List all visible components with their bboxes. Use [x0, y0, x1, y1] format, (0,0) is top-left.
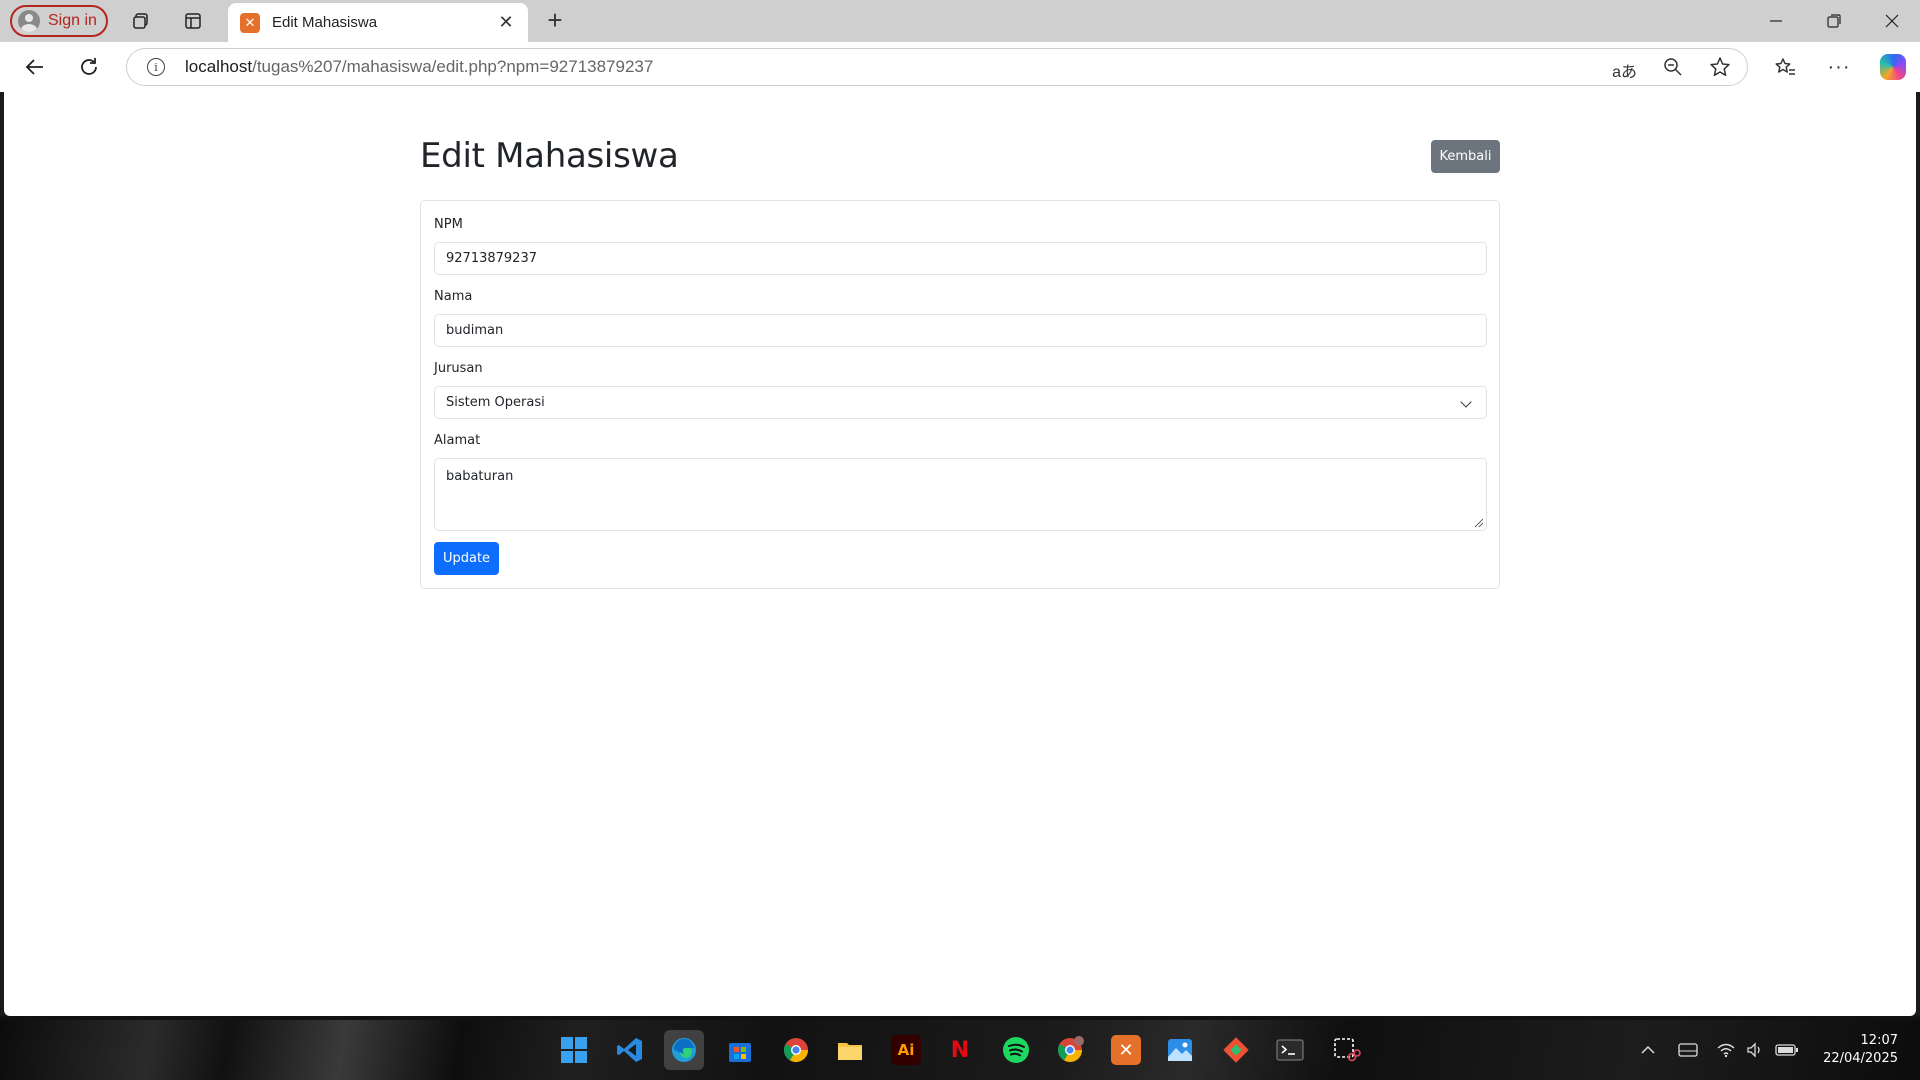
- volume-icon[interactable]: [1744, 1038, 1766, 1062]
- reload-icon[interactable]: [74, 52, 104, 82]
- page-viewport: Edit Mahasiswa Kembali NPM 92713879237 N…: [4, 92, 1916, 1016]
- sign-in-button[interactable]: Sign in: [10, 5, 108, 37]
- browser-toolbar: i localhost/tugas%207/mahasiswa/edit.php…: [0, 42, 1920, 92]
- photos-icon[interactable]: [1160, 1030, 1200, 1070]
- nama-label: Nama: [434, 289, 473, 304]
- site-info-icon[interactable]: i: [147, 58, 165, 76]
- favorites-icon[interactable]: [1770, 52, 1800, 82]
- windows-taskbar: Ai N ✕ 12:07 22/04/2025: [0, 1020, 1920, 1080]
- zoom-out-icon[interactable]: [1663, 57, 1683, 82]
- system-clock[interactable]: 12:07 22/04/2025: [1823, 1032, 1898, 1068]
- workspaces-icon[interactable]: [126, 6, 156, 36]
- browser-titlebar: Sign in ✕ Edit Mahasiswa ✕ +: [0, 0, 1920, 42]
- url-text[interactable]: localhost/tugas%207/mahasiswa/edit.php?n…: [185, 57, 653, 77]
- show-hidden-icons-chevron-icon[interactable]: [1638, 1038, 1658, 1062]
- xampp-icon[interactable]: ✕: [1106, 1030, 1146, 1070]
- new-tab-button[interactable]: +: [540, 6, 570, 36]
- page-header: Edit Mahasiswa Kembali: [420, 136, 1500, 176]
- npm-input[interactable]: 92713879237: [434, 242, 1487, 275]
- npm-label: NPM: [434, 217, 463, 232]
- close-window-icon[interactable]: [1864, 0, 1920, 42]
- clock-time: 12:07: [1860, 1033, 1898, 1048]
- resize-handle-icon[interactable]: [1475, 519, 1483, 527]
- update-button[interactable]: Update: [434, 542, 499, 575]
- url-path: /tugas%207/mahasiswa/edit.php?npm=927138…: [252, 57, 654, 76]
- kembali-button[interactable]: Kembali: [1431, 140, 1500, 173]
- alamat-label: Alamat: [434, 433, 481, 448]
- nama-field-group: Nama budiman: [434, 289, 1487, 347]
- alamat-field-group: Alamat babaturan: [434, 433, 1487, 531]
- illustrator-icon[interactable]: Ai: [886, 1030, 926, 1070]
- chrome-icon[interactable]: [776, 1030, 816, 1070]
- chevron-down-icon: [1460, 396, 1472, 408]
- chrome-profile-icon[interactable]: [1050, 1030, 1090, 1070]
- jurusan-field-group: Jurusan Sistem Operasi: [434, 361, 1487, 419]
- page-title: Edit Mahasiswa: [420, 136, 679, 176]
- back-arrow-icon[interactable]: [20, 52, 50, 82]
- jurusan-selected-value: Sistem Operasi: [446, 395, 545, 410]
- tab-edit-mahasiswa[interactable]: ✕ Edit Mahasiswa ✕: [228, 3, 528, 42]
- read-aloud-translate-icon[interactable]: aあ: [1612, 58, 1637, 82]
- alamat-value: babaturan: [446, 469, 514, 484]
- microsoft-store-icon[interactable]: [720, 1030, 760, 1070]
- clock-date: 22/04/2025: [1823, 1051, 1898, 1066]
- vertical-tabs-icon[interactable]: [178, 6, 208, 36]
- npm-field-group: NPM 92713879237: [434, 217, 1487, 275]
- close-tab-icon[interactable]: ✕: [496, 12, 516, 33]
- xampp-favicon-icon: ✕: [240, 12, 260, 33]
- vscode-icon[interactable]: [610, 1030, 650, 1070]
- snipping-tool-icon[interactable]: [1326, 1030, 1366, 1070]
- touch-keyboard-icon[interactable]: [1676, 1038, 1700, 1062]
- minimize-icon[interactable]: [1748, 0, 1804, 42]
- more-options-icon[interactable]: ···: [1824, 52, 1854, 82]
- url-host: localhost: [185, 57, 253, 76]
- jurusan-select[interactable]: Sistem Operasi: [434, 386, 1487, 419]
- edit-form-card: NPM 92713879237 Nama budiman Jurusan Sis…: [420, 200, 1500, 589]
- favorite-star-icon[interactable]: [1709, 56, 1731, 83]
- sign-in-label: Sign in: [48, 12, 97, 29]
- profile-avatar-icon: [18, 10, 40, 32]
- copilot-icon[interactable]: [1878, 52, 1908, 82]
- netflix-icon[interactable]: N: [940, 1030, 980, 1070]
- terminal-icon[interactable]: [1270, 1030, 1310, 1070]
- jurusan-label: Jurusan: [434, 361, 483, 376]
- edge-icon[interactable]: [664, 1030, 704, 1070]
- wifi-icon[interactable]: [1714, 1038, 1738, 1062]
- alamat-textarea[interactable]: babaturan: [434, 458, 1487, 531]
- git-icon[interactable]: [1216, 1030, 1256, 1070]
- battery-icon[interactable]: [1774, 1038, 1800, 1062]
- restore-icon[interactable]: [1806, 0, 1862, 42]
- file-explorer-icon[interactable]: [830, 1030, 870, 1070]
- windows-start-icon[interactable]: [554, 1030, 594, 1070]
- address-bar[interactable]: i localhost/tugas%207/mahasiswa/edit.php…: [126, 48, 1748, 86]
- tab-title: Edit Mahasiswa: [272, 14, 378, 31]
- nama-input[interactable]: budiman: [434, 314, 1487, 347]
- spotify-icon[interactable]: [996, 1030, 1036, 1070]
